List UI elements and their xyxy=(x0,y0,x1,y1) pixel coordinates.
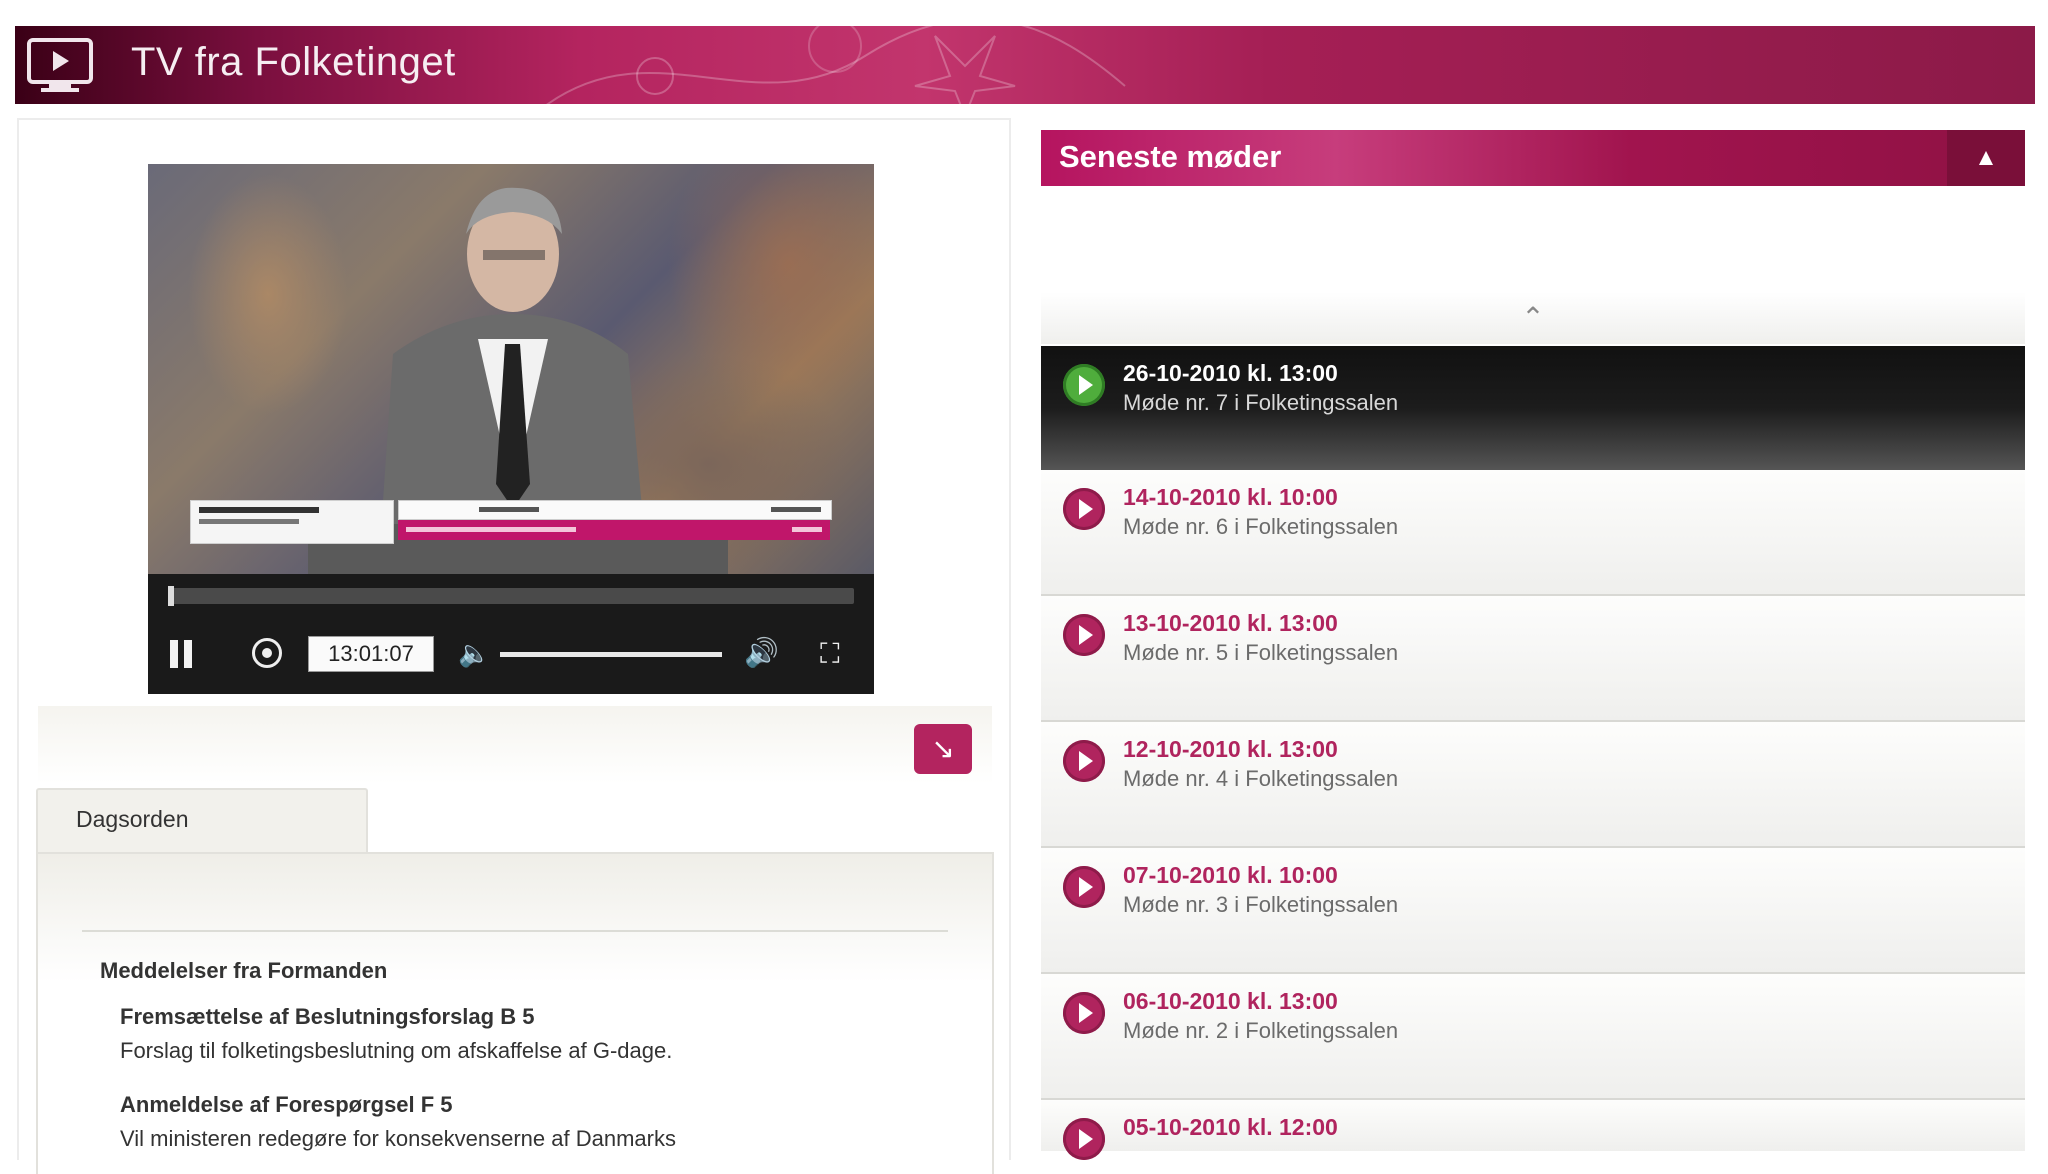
play-icon[interactable] xyxy=(1063,364,1105,406)
play-icon[interactable] xyxy=(1063,740,1105,782)
meeting-date: 07-10-2010 kl. 10:00 xyxy=(1123,862,1338,888)
meeting-item[interactable]: 26-10-2010 kl. 13:00 Møde nr. 7 i Folket… xyxy=(1041,346,2025,470)
meeting-date: 13-10-2010 kl. 13:00 xyxy=(1123,610,1338,636)
agenda-panel: Meddelelser fra Formanden Fremsættelse a… xyxy=(36,852,994,1174)
meeting-item[interactable]: 13-10-2010 kl. 13:00 Møde nr. 5 i Folket… xyxy=(1041,596,2025,722)
volume-slider[interactable] xyxy=(500,652,722,657)
floral-decoration xyxy=(546,26,1126,104)
tv-icon xyxy=(27,38,93,92)
meeting-item[interactable]: 06-10-2010 kl. 13:00 Møde nr. 2 i Folket… xyxy=(1041,974,2025,1100)
player-controls: 13:01:07 🔈 🔊 ⛶ xyxy=(148,622,874,694)
play-icon[interactable] xyxy=(1063,866,1105,908)
popout-video-button[interactable]: ↘ xyxy=(914,724,972,774)
meeting-date: 26-10-2010 kl. 13:00 xyxy=(1123,360,1338,386)
agenda-item-text: Vil ministeren redegøre for konsekvenser… xyxy=(120,1126,676,1151)
agenda-item: Fremsættelse af Beslutningsforslag B 5 F… xyxy=(120,1000,672,1068)
scroll-up-button[interactable]: ⌃ xyxy=(1041,292,2025,344)
meeting-item[interactable]: 07-10-2010 kl. 10:00 Møde nr. 3 i Folket… xyxy=(1041,848,2025,974)
pause-button[interactable] xyxy=(170,640,194,668)
play-icon[interactable] xyxy=(1063,614,1105,656)
meeting-desc: Møde nr. 7 i Folketingssalen xyxy=(1123,390,1399,415)
fullscreen-icon[interactable]: ⛶ xyxy=(820,638,840,671)
meeting-desc: Møde nr. 2 i Folketingssalen xyxy=(1123,1018,1399,1043)
timecode-display: 13:01:07 xyxy=(308,636,434,672)
record-icon[interactable] xyxy=(252,638,282,668)
play-icon[interactable] xyxy=(1063,1118,1105,1160)
agenda-item-text: Forslag til folketingsbeslutning om afsk… xyxy=(120,1038,673,1063)
meeting-item[interactable]: 14-10-2010 kl. 10:00 Møde nr. 6 i Folket… xyxy=(1041,470,2025,596)
video-player[interactable]: 13:01:07 🔈 🔊 ⛶ xyxy=(148,164,874,694)
agenda-item: Anmeldelse af Forespørgsel F 5 Vil minis… xyxy=(120,1088,676,1156)
broadcast-lower-third xyxy=(190,500,832,544)
agenda-item-title: Anmeldelse af Forespørgsel F 5 xyxy=(120,1092,453,1117)
meeting-desc: Møde nr. 3 i Folketingssalen xyxy=(1123,892,1399,917)
volume-low-icon[interactable]: 🔈 xyxy=(458,638,490,669)
video-toolbar xyxy=(38,706,992,784)
recent-meetings-title: Seneste møder xyxy=(1059,139,1282,174)
agenda-item-title: Fremsættelse af Beslutningsforslag B 5 xyxy=(120,1004,535,1029)
volume-high-icon[interactable]: 🔊 xyxy=(744,636,779,669)
meeting-date: 14-10-2010 kl. 10:00 xyxy=(1123,484,1338,510)
site-header-banner: TV fra Folketinget xyxy=(15,26,2035,104)
video-frame[interactable] xyxy=(148,164,874,574)
meeting-date: 05-10-2010 kl. 12:00 xyxy=(1123,1114,1338,1140)
progress-handle[interactable] xyxy=(168,586,174,606)
agenda-heading: Meddelelser fra Formanden xyxy=(100,958,388,983)
meeting-item[interactable]: 12-10-2010 kl. 13:00 Møde nr. 4 i Folket… xyxy=(1041,722,2025,848)
meeting-date: 12-10-2010 kl. 13:00 xyxy=(1123,736,1338,762)
playback-progress-bar[interactable] xyxy=(168,586,854,606)
site-title: TV fra Folketinget xyxy=(131,40,456,84)
meeting-item[interactable]: 05-10-2010 kl. 12:00 xyxy=(1041,1100,2025,1160)
tab-label: Dagsorden xyxy=(76,806,189,832)
meeting-desc: Møde nr. 6 i Folketingssalen xyxy=(1123,514,1399,539)
play-icon[interactable] xyxy=(1063,992,1105,1034)
collapse-arrow-icon[interactable]: ▲ xyxy=(1947,130,2025,186)
recent-meetings-header[interactable]: Seneste møder ▲ xyxy=(1041,130,2025,186)
meeting-desc: Møde nr. 4 i Folketingssalen xyxy=(1123,766,1399,791)
meeting-date: 06-10-2010 kl. 13:00 xyxy=(1123,988,1338,1014)
meeting-desc: Møde nr. 5 i Folketingssalen xyxy=(1123,640,1399,665)
divider xyxy=(82,930,948,932)
play-icon[interactable] xyxy=(1063,488,1105,530)
tab-dagsorden[interactable]: Dagsorden xyxy=(36,788,368,854)
